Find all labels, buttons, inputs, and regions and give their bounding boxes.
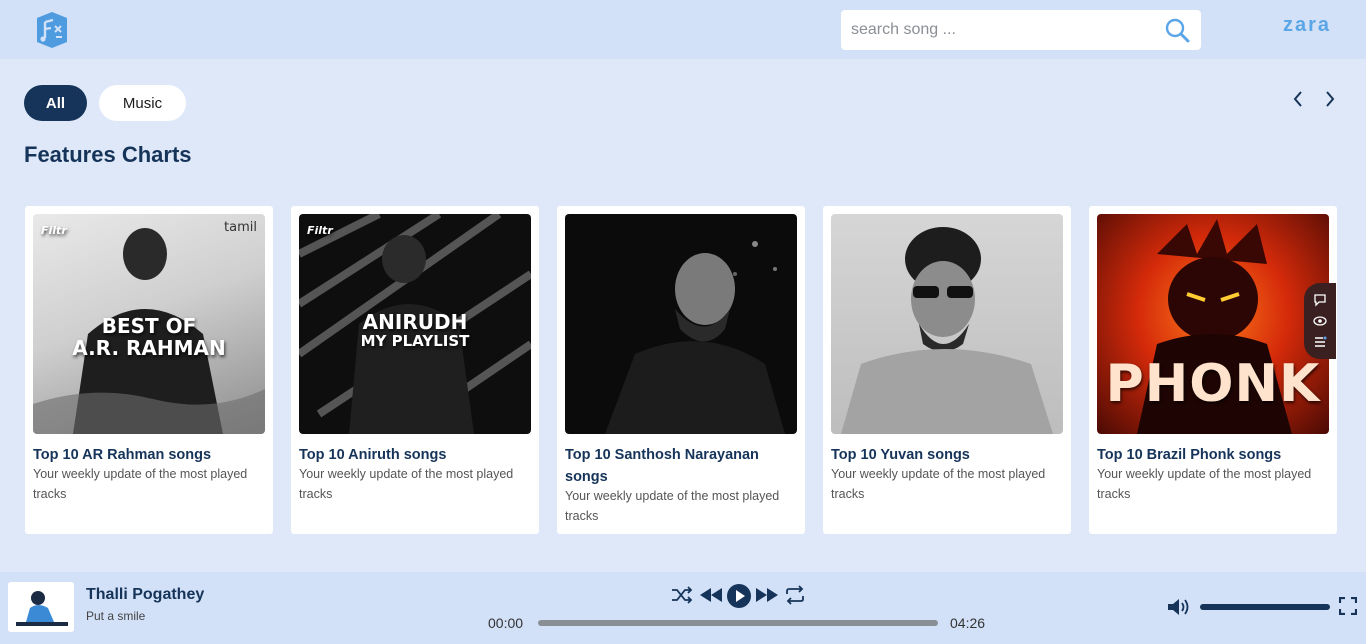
side-widget [1304, 283, 1336, 359]
card-art-line1: BEST OF [101, 314, 197, 338]
card-title: Top 10 AR Rahman songs [33, 447, 212, 463]
card-description: Your weekly update of the most played tr… [565, 489, 780, 523]
chevron-left-icon[interactable] [1288, 88, 1308, 110]
user-name[interactable]: zara [1283, 14, 1331, 37]
card-art-line2: MY PLAYLIST [360, 332, 470, 350]
shuffle-icon[interactable] [670, 583, 694, 607]
filter-all-chip[interactable]: All [24, 85, 87, 121]
card-description: Your weekly update of the most played tr… [33, 467, 248, 501]
volume-slider[interactable] [1200, 604, 1330, 610]
current-time: 00:00 [488, 615, 524, 631]
card-description: Your weekly update of the most played tr… [299, 467, 514, 501]
card-cover-image: Filtr ANIRUDH MY PLAYLIST [299, 214, 531, 434]
now-playing-subtitle: Put a smile [86, 609, 146, 623]
section-title: Features Charts [24, 142, 192, 167]
card-art-line1: ANIRUDH [362, 310, 468, 334]
app-logo-icon[interactable] [33, 10, 71, 50]
search-icon[interactable] [1163, 16, 1191, 44]
card-badge-right: tamil [224, 220, 257, 235]
chart-card-yuvan[interactable]: Top 10 Yuvan songs Your weekly update of… [823, 206, 1071, 534]
play-button[interactable] [726, 583, 752, 609]
search-bar [841, 10, 1201, 50]
card-art-line2: A.R. RAHMAN [72, 336, 226, 360]
total-time: 04:26 [950, 615, 986, 631]
card-cover-image: Filtr tamil BEST OF A.R. RAHMAN [33, 214, 265, 434]
card-cover-image [565, 214, 797, 434]
chart-card-brazil-phonk[interactable]: PHONK Top 10 Brazil Phonk songs Your wee… [1089, 206, 1337, 534]
card-art-line1: PHONK [1105, 354, 1321, 414]
card-title: Top 10 Santhosh Narayanan songs [565, 447, 759, 485]
list-icon[interactable] [1313, 335, 1327, 349]
chevron-right-icon[interactable] [1320, 88, 1340, 110]
card-cover-image [831, 214, 1063, 434]
card-description: Your weekly update of the most played tr… [831, 467, 1046, 501]
chat-bubble-icon[interactable] [1313, 293, 1327, 307]
progress-bar[interactable] [538, 620, 938, 626]
chart-card-aniruth[interactable]: Filtr ANIRUDH MY PLAYLIST Top 10 Aniruth… [291, 206, 539, 534]
repeat-icon[interactable] [782, 583, 808, 607]
card-description: Your weekly update of the most played tr… [1097, 467, 1312, 501]
chart-card-ar-rahman[interactable]: Filtr tamil BEST OF A.R. RAHMAN Top 10 A… [25, 206, 273, 534]
filter-music-chip[interactable]: Music [99, 85, 186, 121]
volume-icon[interactable] [1166, 596, 1192, 618]
chart-card-santhosh-narayanan[interactable]: Top 10 Santhosh Narayanan songs Your wee… [557, 206, 805, 534]
player-bar: Thalli Pogathey Put a smile 00:00 04:26 [0, 572, 1366, 644]
previous-track-icon[interactable] [698, 583, 724, 607]
now-playing-thumbnail[interactable] [8, 582, 74, 632]
card-badge-left: Filtr [307, 224, 333, 237]
fullscreen-icon[interactable] [1338, 596, 1358, 616]
card-title: Top 10 Brazil Phonk songs [1097, 447, 1282, 463]
next-track-icon[interactable] [754, 583, 780, 607]
card-title: Top 10 Yuvan songs [831, 447, 970, 463]
card-cover-image: PHONK [1097, 214, 1329, 434]
search-input[interactable] [851, 10, 1163, 50]
now-playing-title: Thalli Pogathey [86, 586, 205, 603]
eye-icon[interactable] [1313, 314, 1327, 328]
top-bar: zara [0, 0, 1366, 59]
card-badge-left: Filtr [41, 224, 67, 237]
card-title: Top 10 Aniruth songs [299, 447, 447, 463]
